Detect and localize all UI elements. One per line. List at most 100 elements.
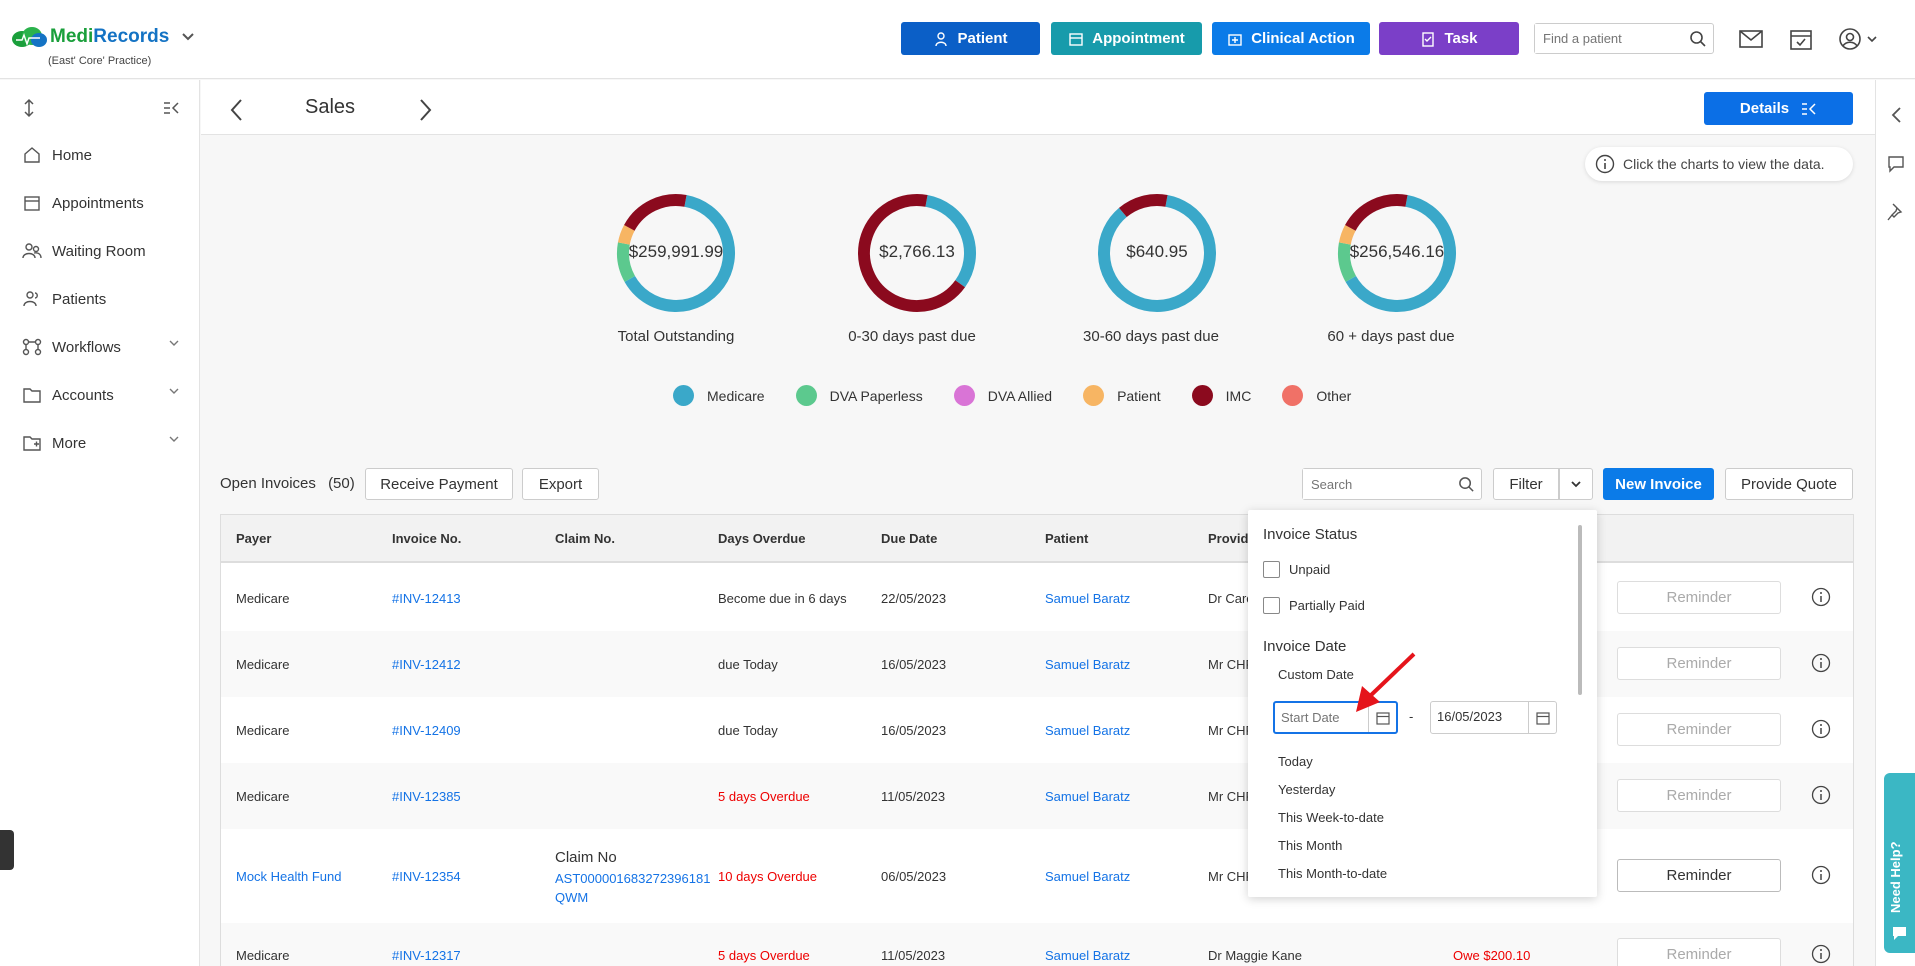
provider-cell: Mr CHF: [1208, 657, 1254, 672]
end-date-input[interactable]: [1431, 702, 1527, 731]
open-invoices-count: (50): [328, 475, 355, 492]
preset-week-to-date[interactable]: This Week-to-date: [1278, 810, 1384, 825]
legend-swatch: [1083, 385, 1105, 406]
partially-paid-checkbox[interactable]: Partially Paid: [1263, 597, 1365, 614]
invoice-date-heading: Invoice Date: [1263, 638, 1347, 655]
column-header-claim[interactable]: Claim No.: [555, 531, 615, 546]
claim-number-link[interactable]: AST000001683272396181: [555, 871, 710, 886]
dropdown-scrollbar[interactable]: [1578, 525, 1582, 695]
legend-swatch: [1282, 385, 1304, 406]
info-icon[interactable]: [1811, 944, 1831, 964]
legend-item-dva-paperless[interactable]: DVA Paperless: [795, 385, 923, 406]
claim-number-link-cont[interactable]: QWM: [555, 890, 588, 905]
legend-item-patient[interactable]: Patient: [1083, 385, 1161, 406]
legend-label: DVA Paperless: [829, 387, 923, 404]
patient-link[interactable]: Samuel Baratz: [1045, 869, 1130, 884]
invoice-link[interactable]: #INV-12413: [392, 591, 461, 606]
preset-today[interactable]: Today: [1278, 754, 1313, 769]
custom-date-label: Custom Date: [1278, 667, 1354, 682]
column-header-invoice[interactable]: Invoice No.: [392, 531, 461, 546]
reminder-button[interactable]: Reminder: [1617, 779, 1781, 812]
table-row[interactable]: Medicare #INV-12385 5 days Overdue 11/05…: [221, 763, 1853, 829]
donut-value-0-30[interactable]: $2,766.13: [847, 242, 987, 262]
filter-dropdown-toggle[interactable]: [1559, 468, 1593, 500]
export-button[interactable]: Export: [522, 468, 599, 500]
days-overdue-cell: Become due in 6 days: [718, 591, 847, 606]
info-icon[interactable]: [1811, 719, 1831, 739]
receive-payment-button[interactable]: Receive Payment: [365, 468, 513, 500]
reminder-button[interactable]: Reminder: [1617, 713, 1781, 746]
patient-link[interactable]: Samuel Baratz: [1045, 723, 1130, 738]
days-overdue-cell: due Today: [718, 657, 778, 672]
preset-yesterday[interactable]: Yesterday: [1278, 782, 1335, 797]
payer-cell: Medicare: [236, 657, 290, 672]
reminder-button[interactable]: Reminder: [1617, 859, 1781, 892]
preset-this-month[interactable]: This Month: [1278, 838, 1342, 853]
invoice-link[interactable]: #INV-12354: [392, 869, 461, 884]
unpaid-checkbox[interactable]: Unpaid: [1263, 561, 1330, 578]
column-header-days-overdue[interactable]: Days Overdue: [718, 531, 805, 546]
donut-value-60-plus[interactable]: $256,546.16: [1327, 242, 1467, 262]
payer-link[interactable]: Mock Health Fund: [236, 869, 342, 884]
checkbox-box[interactable]: [1263, 597, 1280, 614]
table-row[interactable]: Mock Health Fund #INV-12354 Claim No AST…: [221, 829, 1853, 923]
invoice-link[interactable]: #INV-12385: [392, 789, 461, 804]
table-row[interactable]: Medicare #INV-12413 Become due in 6 days…: [221, 565, 1853, 631]
provide-quote-button[interactable]: Provide Quote: [1725, 468, 1853, 500]
open-invoices-label: Open Invoices: [220, 475, 316, 492]
patient-link[interactable]: Samuel Baratz: [1045, 948, 1130, 963]
info-icon[interactable]: [1811, 785, 1831, 805]
table-row[interactable]: Medicare #INV-12412 due Today 16/05/2023…: [221, 631, 1853, 697]
chart-legend: Medicare DVA Paperless DVA Allied Patien…: [673, 385, 1382, 406]
reminder-button[interactable]: Reminder: [1617, 938, 1781, 966]
donut-value-30-60[interactable]: $640.95: [1087, 242, 1227, 262]
patient-link[interactable]: Samuel Baratz: [1045, 789, 1130, 804]
due-date-cell: 11/05/2023: [881, 948, 946, 963]
reminder-button[interactable]: Reminder: [1617, 581, 1781, 614]
donut-value-total[interactable]: $259,991.99: [606, 242, 746, 262]
patient-link[interactable]: Samuel Baratz: [1045, 657, 1130, 672]
legend-item-dva-allied[interactable]: DVA Allied: [953, 385, 1053, 406]
patient-link[interactable]: Samuel Baratz: [1045, 591, 1130, 606]
invoice-link[interactable]: #INV-12317: [392, 948, 461, 963]
column-header-due-date[interactable]: Due Date: [881, 531, 937, 546]
search-icon[interactable]: [1458, 476, 1475, 493]
claim-label: Claim No: [555, 849, 617, 866]
legend-swatch: [795, 385, 817, 406]
invoice-search-input[interactable]: [1303, 469, 1453, 499]
table-row[interactable]: Medicare #INV-12409 due Today 16/05/2023…: [221, 697, 1853, 763]
column-header-payer[interactable]: Payer: [236, 531, 271, 546]
new-invoice-button[interactable]: New Invoice: [1603, 468, 1714, 500]
preset-month-to-date[interactable]: This Month-to-date: [1278, 866, 1387, 881]
end-date-field[interactable]: [1430, 701, 1557, 734]
invoices-table: Payer Invoice No. Claim No. Days Overdue…: [220, 514, 1854, 966]
table-row[interactable]: Medicare #INV-12317 5 days Overdue 11/05…: [221, 923, 1853, 966]
chevron-down-icon: [1571, 481, 1581, 488]
legend-swatch: [953, 385, 975, 406]
info-icon[interactable]: [1811, 653, 1831, 673]
invoice-status-heading: Invoice Status: [1263, 526, 1358, 543]
legend-item-other[interactable]: Other: [1282, 385, 1351, 406]
open-invoices-heading: Open Invoices (50): [220, 475, 355, 492]
invoice-link[interactable]: #INV-12409: [392, 723, 461, 738]
filter-button[interactable]: Filter: [1493, 468, 1559, 500]
donut-segment-imc[interactable]: [1119, 194, 1168, 218]
checkbox-box[interactable]: [1263, 561, 1280, 578]
info-icon[interactable]: [1811, 865, 1831, 885]
legend-swatch: [1191, 385, 1213, 406]
donut-segment-imc[interactable]: [624, 194, 687, 231]
invoice-search[interactable]: [1302, 468, 1482, 500]
partially-paid-label: Partially Paid: [1289, 598, 1365, 613]
calendar-icon[interactable]: [1528, 702, 1556, 733]
legend-label: DVA Allied: [987, 387, 1053, 404]
donut-segment-imc[interactable]: [1345, 194, 1408, 231]
reminder-button[interactable]: Reminder: [1617, 647, 1781, 680]
legend-item-imc[interactable]: IMC: [1191, 385, 1251, 406]
days-overdue-cell: 10 days Overdue: [718, 869, 818, 884]
legend-item-medicare[interactable]: Medicare: [673, 385, 765, 406]
invoice-link[interactable]: #INV-12412: [392, 657, 461, 672]
payer-cell: Medicare: [236, 591, 290, 606]
column-header-patient[interactable]: Patient: [1045, 531, 1088, 546]
info-icon[interactable]: [1811, 587, 1831, 607]
provider-cell: Mr CHF: [1208, 869, 1254, 884]
